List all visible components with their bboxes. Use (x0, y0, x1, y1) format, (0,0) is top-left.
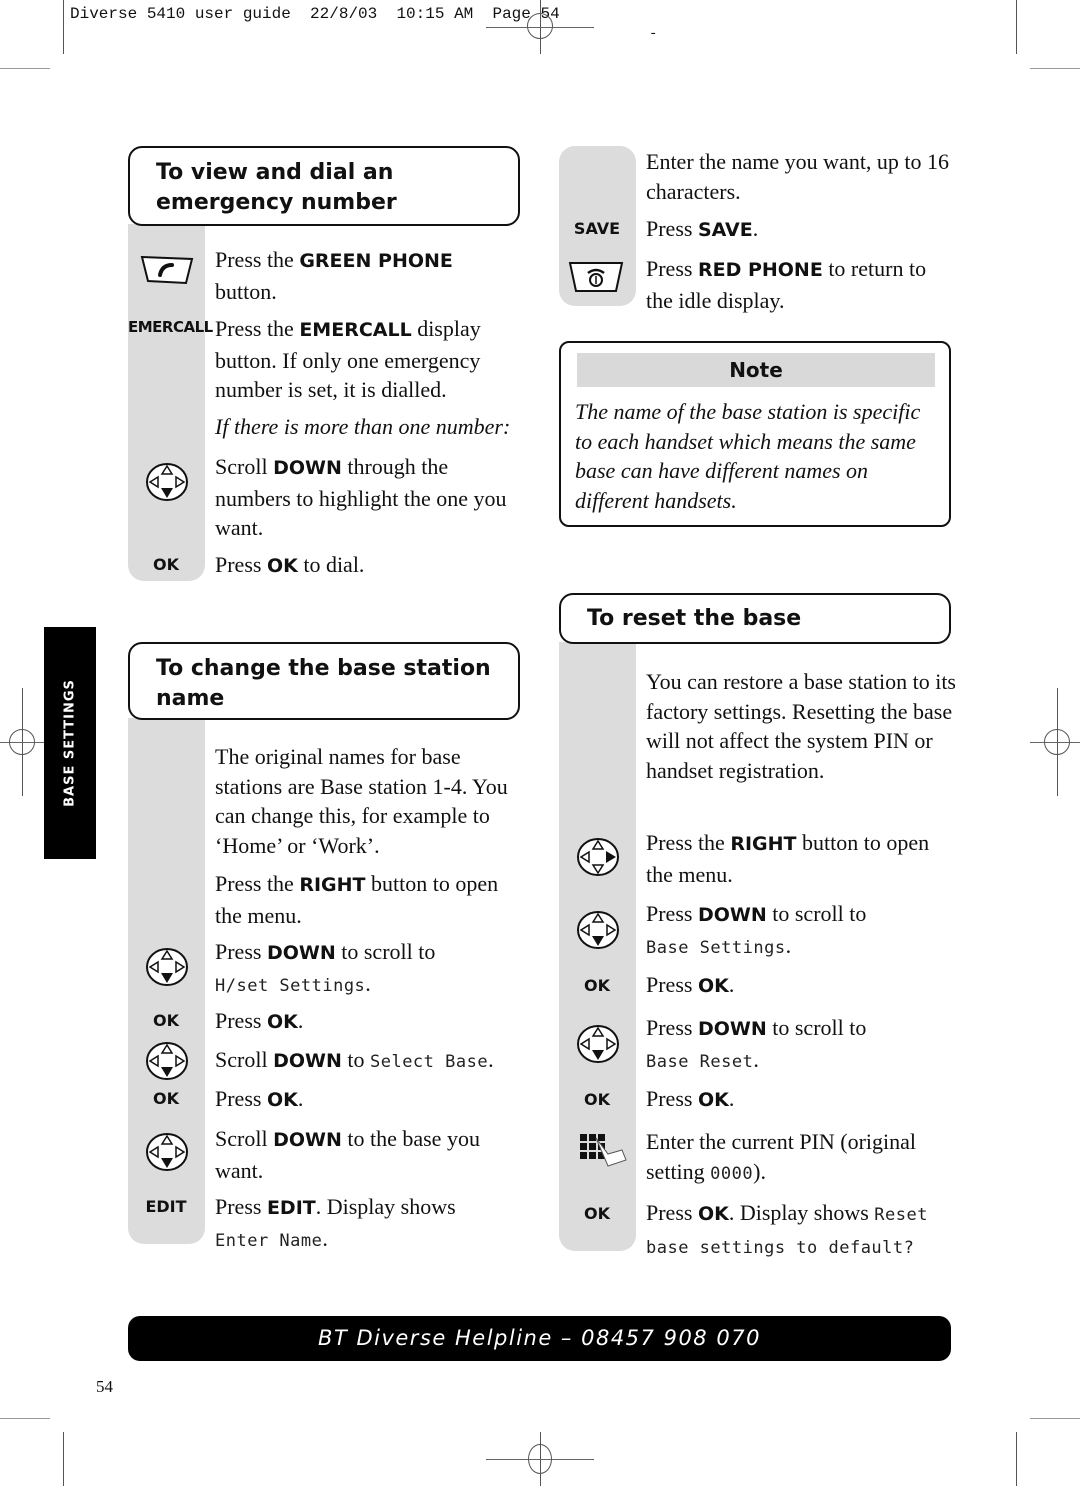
step-text: Scroll DOWN through the numbers to highl… (215, 454, 507, 540)
save-key-label: SAVE (573, 219, 621, 238)
registration-mark-circle (9, 729, 35, 755)
step-text: Press DOWN to scroll to H/set Settings. (215, 939, 436, 996)
edit-key-label: EDIT (145, 1197, 187, 1216)
crop-mark (1016, 0, 1017, 54)
navigation-down-icon (577, 1025, 619, 1063)
section-heading-change-name: To change the base station name (128, 642, 520, 720)
navigation-down-icon (146, 948, 188, 986)
navigation-down-icon (577, 911, 619, 949)
step-text: You can restore a base station to its fa… (646, 669, 956, 783)
navigation-down-icon (146, 463, 188, 501)
step-note: If there is more than one number: (215, 414, 511, 439)
section-tab-label: BASE SETTINGS (62, 679, 78, 807)
step-text: Press DOWN to scroll to Base Settings. (646, 901, 867, 958)
registration-mark-circle (1044, 729, 1070, 755)
crop-mark (1030, 68, 1080, 69)
ok-key-label: OK (584, 1204, 610, 1223)
step-text: Press OK. (646, 972, 735, 997)
registration-mark-circle (528, 1444, 552, 1474)
section-title: To reset the base (587, 606, 802, 631)
print-slug-dash: - (649, 26, 658, 42)
section-tab-base-settings: BASE SETTINGS (44, 627, 96, 859)
note-body: The name of the base station is specific… (575, 399, 921, 513)
step-text: Scroll DOWN to Select Base. (215, 1047, 494, 1072)
step-text: Scroll DOWN to the base you want. (215, 1126, 480, 1183)
step-text: Press OK. (215, 1086, 304, 1111)
helpline-banner: BT Diverse Helpline – 08457 908 070 (128, 1316, 951, 1361)
step-text: Press the RIGHT button to open the menu. (646, 830, 930, 887)
navigation-right-icon (577, 838, 619, 876)
section-title: To change the base station name (156, 656, 491, 711)
emercall-key-label: EMERCALL (128, 318, 213, 336)
navigation-down-icon (146, 1133, 188, 1171)
crop-mark (1030, 1418, 1080, 1419)
section-heading-reset: To reset the base (559, 593, 951, 644)
step-text: The original names for base stations are… (215, 744, 508, 858)
crop-mark (1016, 1432, 1017, 1486)
step-text: Press RED PHONE to return to the idle di… (646, 256, 927, 313)
navigation-down-icon (146, 1042, 188, 1080)
step-text: Press EDIT. Display shows Enter Name. (215, 1194, 456, 1251)
note-box: Note The name of the base station is spe… (559, 341, 951, 527)
page-number: 54 (96, 1377, 113, 1396)
crop-mark (0, 1418, 50, 1419)
ok-key-label: OK (153, 1011, 179, 1030)
step-text: Press SAVE. (646, 216, 759, 241)
step-text: Press OK. (646, 1086, 735, 1111)
print-slug: Diverse 5410 user guide 22/8/03 10:15 AM… (70, 5, 560, 23)
step-text: Press the RIGHT button to open the menu. (215, 871, 499, 928)
green-phone-icon (140, 255, 194, 285)
keypad-icon (580, 1134, 627, 1167)
ok-key-label: OK (584, 1090, 610, 1109)
step-text: Press OK. Display shows Reset base setti… (646, 1200, 928, 1258)
crop-mark (0, 68, 50, 69)
step-text: Press the GREEN PHONE button. (215, 247, 453, 304)
section-heading-emergency: To view and dial an emergency number (128, 146, 520, 226)
red-phone-icon (568, 262, 624, 292)
section-title: To view and dial an emergency number (156, 160, 397, 215)
ok-key-label: OK (584, 976, 610, 995)
step-text: Press DOWN to scroll to Base Reset. (646, 1015, 867, 1072)
step-text: Enter the current PIN (original setting … (646, 1129, 917, 1184)
ok-key-label: OK (153, 555, 179, 574)
step-text: Enter the name you want, up to 16 charac… (646, 149, 950, 204)
registration-mark-circle (527, 13, 553, 39)
note-title: Note (577, 353, 935, 387)
crop-mark (63, 0, 64, 54)
crop-mark (63, 1432, 64, 1486)
ok-key-label: OK (153, 1089, 179, 1108)
step-text: Press OK. (215, 1008, 304, 1033)
step-text: Press the EMERCALL display button. If on… (215, 316, 481, 402)
step-text: Press OK to dial. (215, 552, 365, 577)
